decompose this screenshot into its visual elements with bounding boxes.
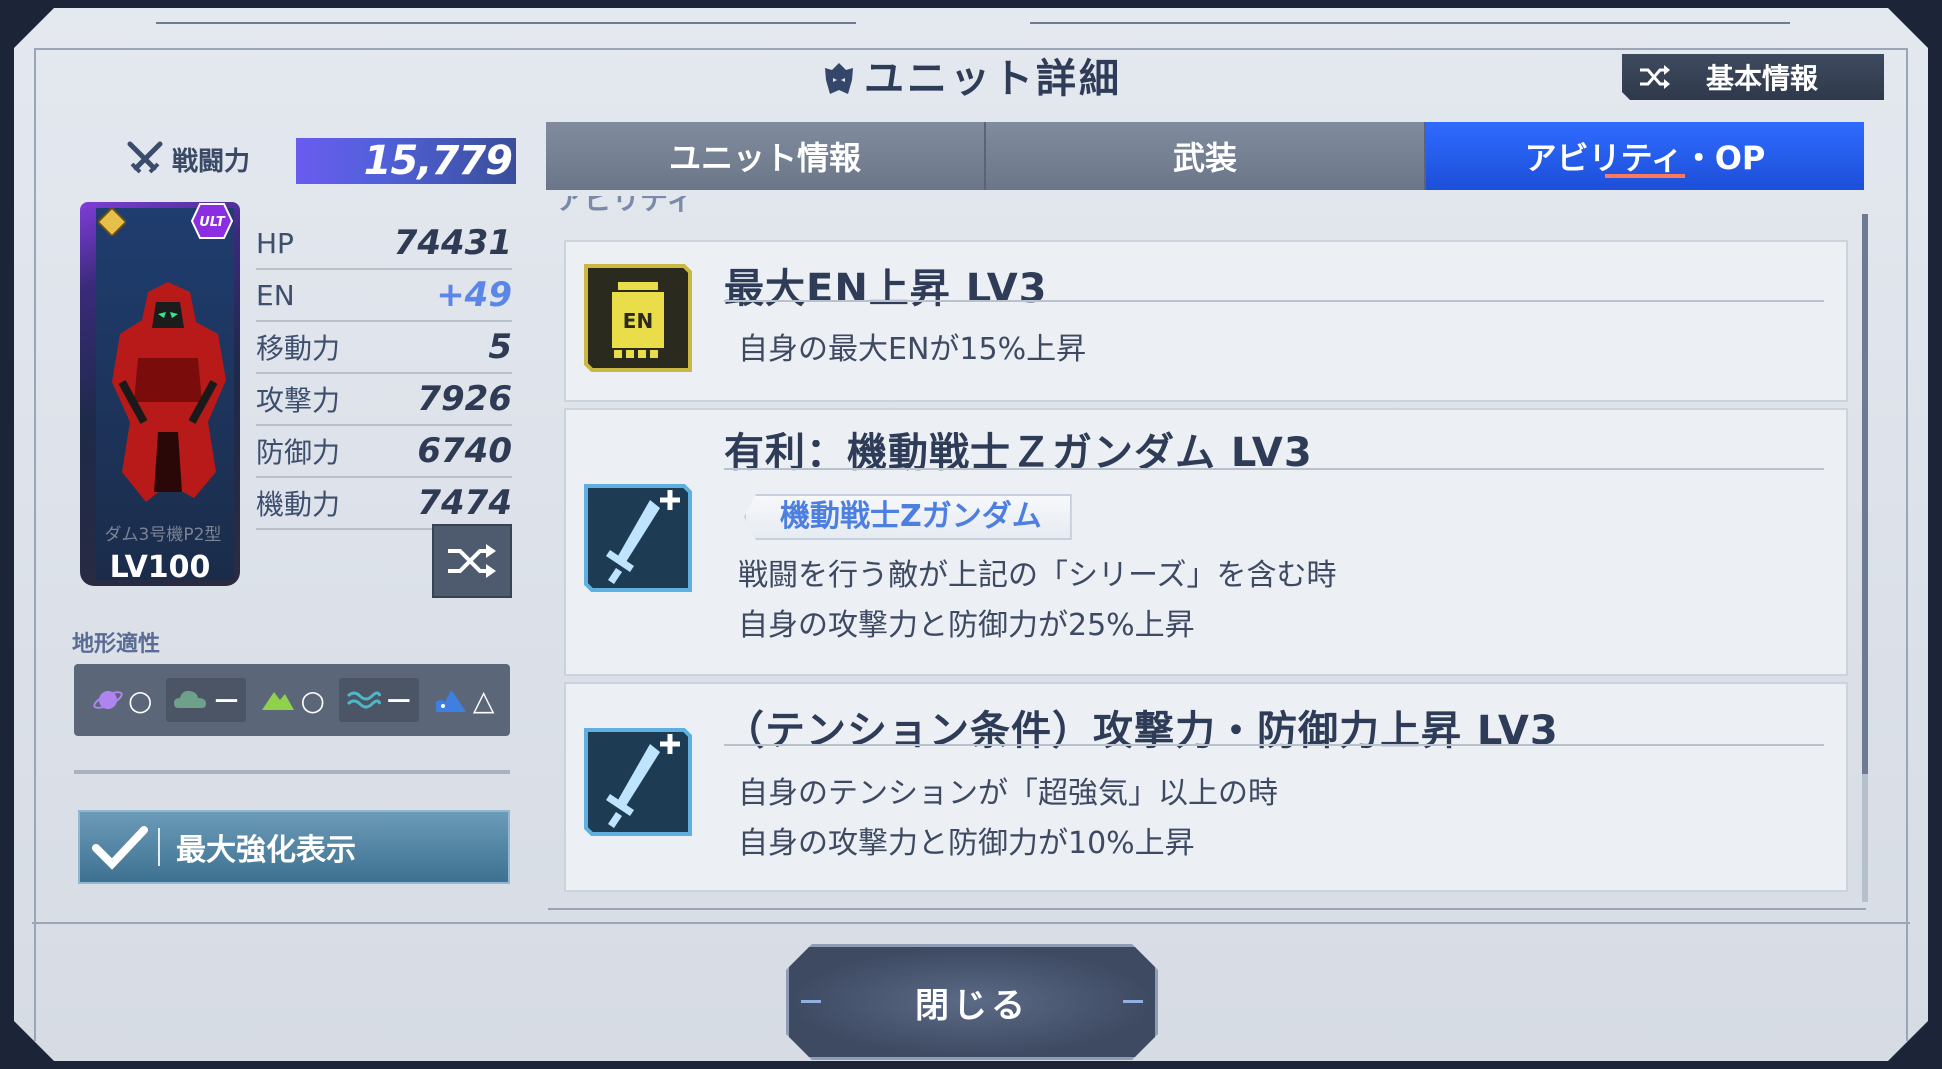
max-enhance-label: 最大強化表示 xyxy=(176,833,356,868)
scrollbar-thumb[interactable] xyxy=(1862,214,1868,774)
terrain-water: － xyxy=(338,678,419,722)
unit-level: LV100 xyxy=(109,550,211,585)
max-enhance-toggle[interactable]: 最大強化表示 xyxy=(78,810,510,884)
tab-bar: ユニット情報 武装 アビリティ・OP xyxy=(546,122,1864,190)
ability-name: 最大EN上昇 LV3 xyxy=(724,266,1048,312)
header-line-left xyxy=(156,22,856,24)
shuffle-icon xyxy=(1638,63,1672,91)
close-button-label: 閉じる xyxy=(915,985,1029,1026)
stat-label: HP xyxy=(256,226,294,260)
terrain-space: ○ xyxy=(86,678,158,722)
terrain-grade: △ xyxy=(472,683,495,717)
swap-unit-button[interactable] xyxy=(432,524,512,598)
tab-abilities[interactable]: アビリティ・OP xyxy=(1426,122,1864,190)
ability-desc: 自身の最大ENが15%上昇 xyxy=(738,332,1087,367)
ult-badge-text: ULT xyxy=(199,215,226,230)
ability-desc: 自身の攻撃力と防御力が25%上昇 xyxy=(738,608,1195,643)
terrain-grade: － xyxy=(384,685,413,718)
stat-row-en: EN +49 xyxy=(256,270,512,322)
combat-power-value: 15,779 xyxy=(363,138,513,184)
terrain-grade: ○ xyxy=(128,683,153,717)
stat-label: 防御力 xyxy=(256,436,341,469)
terrain-panel: ○ － ○ － △ xyxy=(74,664,510,736)
tab-weapons[interactable]: 武装 xyxy=(986,122,1426,190)
stat-row-move: 移動力 5 xyxy=(256,322,512,374)
ability-rule xyxy=(724,300,1824,302)
ability-rule xyxy=(724,468,1824,470)
combat-power-text: 戦闘力 xyxy=(172,146,251,177)
stat-row-mobility: 機動力 7474 xyxy=(256,478,512,530)
attribute-gem-icon xyxy=(98,208,126,236)
section-title: アビリティ xyxy=(556,196,1856,220)
stat-row-attack: 攻撃力 7926 xyxy=(256,374,512,426)
ability-item: 有利：機動戦士Ｚガンダム LV3 機動戦士Zガンダム 戦闘を行う敵が上記の「シリ… xyxy=(564,408,1848,676)
stat-row-defense: 防御力 6740 xyxy=(256,426,512,478)
basic-info-button[interactable]: 基本情報 xyxy=(1622,54,1884,100)
stat-label: 攻撃力 xyxy=(256,384,341,417)
ability-desc: 戦闘を行う敵が上記の「シリーズ」を含む時 xyxy=(738,558,1337,593)
close-button[interactable]: 閉じる xyxy=(786,944,1158,1060)
stat-value: +49 xyxy=(436,275,512,315)
ult-badge-icon: ULT xyxy=(190,203,234,239)
stat-value: 6740 xyxy=(417,431,512,471)
ability-name: （テンション条件）攻撃力・防御力上昇 LV3 xyxy=(724,708,1559,754)
header-line-right xyxy=(1030,22,1790,24)
stat-row-hp: HP 74431 xyxy=(256,218,512,270)
stat-value: 7926 xyxy=(417,379,512,419)
crossed-swords-icon xyxy=(127,141,163,174)
close-button-deco-left xyxy=(801,1000,821,1003)
section-title-text: アビリティ xyxy=(556,196,695,216)
ability-desc: 自身のテンションが「超強気」以上の時 xyxy=(738,776,1278,811)
stat-value: 7474 xyxy=(417,483,512,523)
stat-label: 機動力 xyxy=(256,488,341,521)
air-icon xyxy=(174,690,207,708)
unit-portrait xyxy=(112,282,226,502)
space-icon xyxy=(93,691,123,709)
underwater-icon xyxy=(435,690,466,712)
stat-value: 5 xyxy=(488,327,512,367)
sword-plus-icon xyxy=(584,728,692,836)
series-tag: 機動戦士Zガンダム xyxy=(744,494,1072,540)
unit-emblem-icon xyxy=(825,63,853,94)
stats-list: HP 74431 EN +49 移動力 5 攻撃力 7926 防御力 6740 機動力 74… xyxy=(256,218,512,530)
toggle-separator xyxy=(158,828,160,866)
water-icon xyxy=(346,691,381,709)
svg-text:EN: EN xyxy=(623,309,653,333)
ability-item: （テンション条件）攻撃力・防御力上昇 LV3 自身のテンションが「超強気」以上の… xyxy=(564,682,1848,892)
terrain-ground: ○ xyxy=(254,678,330,722)
combat-power-bar: 15,779 xyxy=(296,138,516,184)
left-divider xyxy=(74,770,510,774)
ability-desc: 自身の攻撃力と防御力が10%上昇 xyxy=(738,826,1195,861)
tab-unit-info[interactable]: ユニット情報 xyxy=(546,122,986,190)
shuffle-icon xyxy=(448,544,496,578)
close-button-deco-right xyxy=(1123,1000,1143,1003)
stat-value: 74431 xyxy=(393,223,512,263)
checkmark-icon xyxy=(92,826,148,870)
en-tank-icon: EN xyxy=(584,264,692,372)
ability-item: EN 最大EN上昇 LV3 自身の最大ENが15%上昇 xyxy=(564,240,1848,402)
page-title-text: ユニット詳細 xyxy=(864,56,1122,102)
terrain-grade: － xyxy=(212,685,241,718)
terrain-air: － xyxy=(166,678,247,722)
unit-card[interactable]: ULT ダム3号機P2型 LV100 xyxy=(80,202,240,586)
terrain-underwater: △ xyxy=(427,678,501,722)
ability-rule xyxy=(724,744,1824,746)
ground-icon xyxy=(262,692,295,710)
stat-label: EN xyxy=(256,278,295,312)
footer-line xyxy=(32,922,1910,924)
terrain-label: 地形適性 xyxy=(72,632,161,657)
sword-plus-icon xyxy=(584,484,692,592)
basic-info-label: 基本情報 xyxy=(1706,62,1819,95)
terrain-grade: ○ xyxy=(300,683,325,717)
stat-label: 移動力 xyxy=(256,332,341,365)
unit-card-name: ダム3号機P2型 xyxy=(104,525,222,545)
combat-power-label: 戦闘力 xyxy=(124,138,250,180)
